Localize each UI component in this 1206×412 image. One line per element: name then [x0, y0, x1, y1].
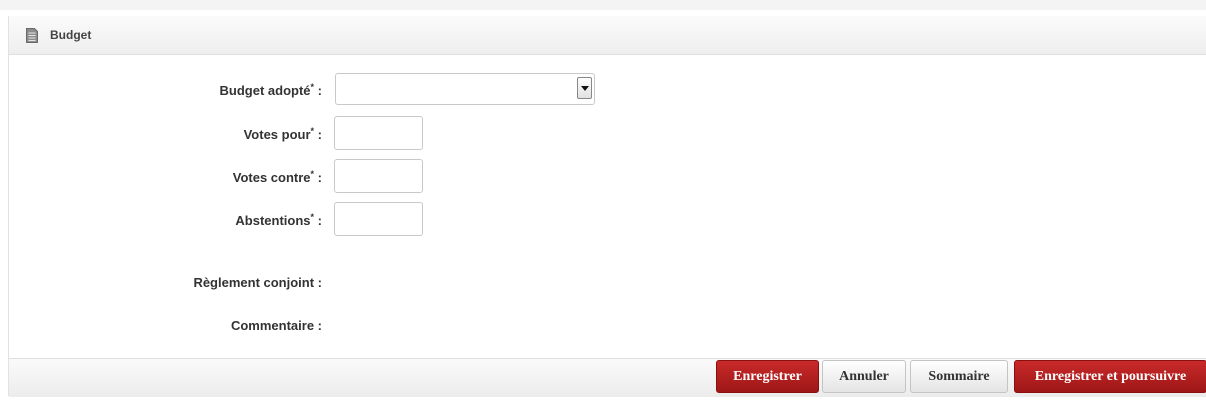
abstentions-label: Abstentions* : [235, 212, 322, 228]
required-mark: * [310, 82, 315, 92]
votes-contre-label: Votes contre* : [232, 169, 322, 185]
panel-header: Budget [9, 16, 1206, 55]
budget-panel: Budget Budget adopté* : Votes pour* : Vo… [8, 16, 1206, 397]
save-and-continue-button[interactable]: Enregistrer et poursuivre [1014, 360, 1206, 393]
panel-title: Budget [50, 28, 92, 42]
form-actions: Enregistrer Annuler Sommaire Enregistrer… [9, 358, 1206, 397]
required-mark: * [310, 126, 315, 136]
chevron-down-icon[interactable] [577, 77, 592, 99]
votes-pour-label: Votes pour* : [243, 126, 322, 142]
reglement-conjoint-label: Règlement conjoint : [193, 275, 322, 290]
required-mark: * [310, 212, 315, 222]
votes-contre-input[interactable] [334, 159, 423, 193]
field-votes-pour: Votes pour* : [9, 116, 1206, 152]
budget-adopte-label: Budget adopté* : [219, 82, 322, 98]
save-button[interactable]: Enregistrer [716, 360, 819, 393]
top-strip [0, 0, 1206, 10]
field-votes-contre: Votes contre* : [9, 159, 1206, 195]
summary-button[interactable]: Sommaire [910, 360, 1008, 393]
votes-pour-input[interactable] [334, 116, 423, 150]
required-mark: * [310, 169, 315, 179]
field-commentaire: Commentaire : [9, 316, 1206, 336]
budget-adopte-select[interactable] [335, 73, 595, 105]
field-abstentions: Abstentions* : [9, 202, 1206, 238]
abstentions-input[interactable] [334, 202, 423, 236]
cancel-button[interactable]: Annuler [822, 360, 906, 393]
field-budget-adopte: Budget adopté* : [9, 73, 1206, 107]
document-icon [26, 28, 38, 43]
field-reglement-conjoint: Règlement conjoint : [9, 273, 1206, 293]
commentaire-label: Commentaire : [230, 318, 322, 333]
